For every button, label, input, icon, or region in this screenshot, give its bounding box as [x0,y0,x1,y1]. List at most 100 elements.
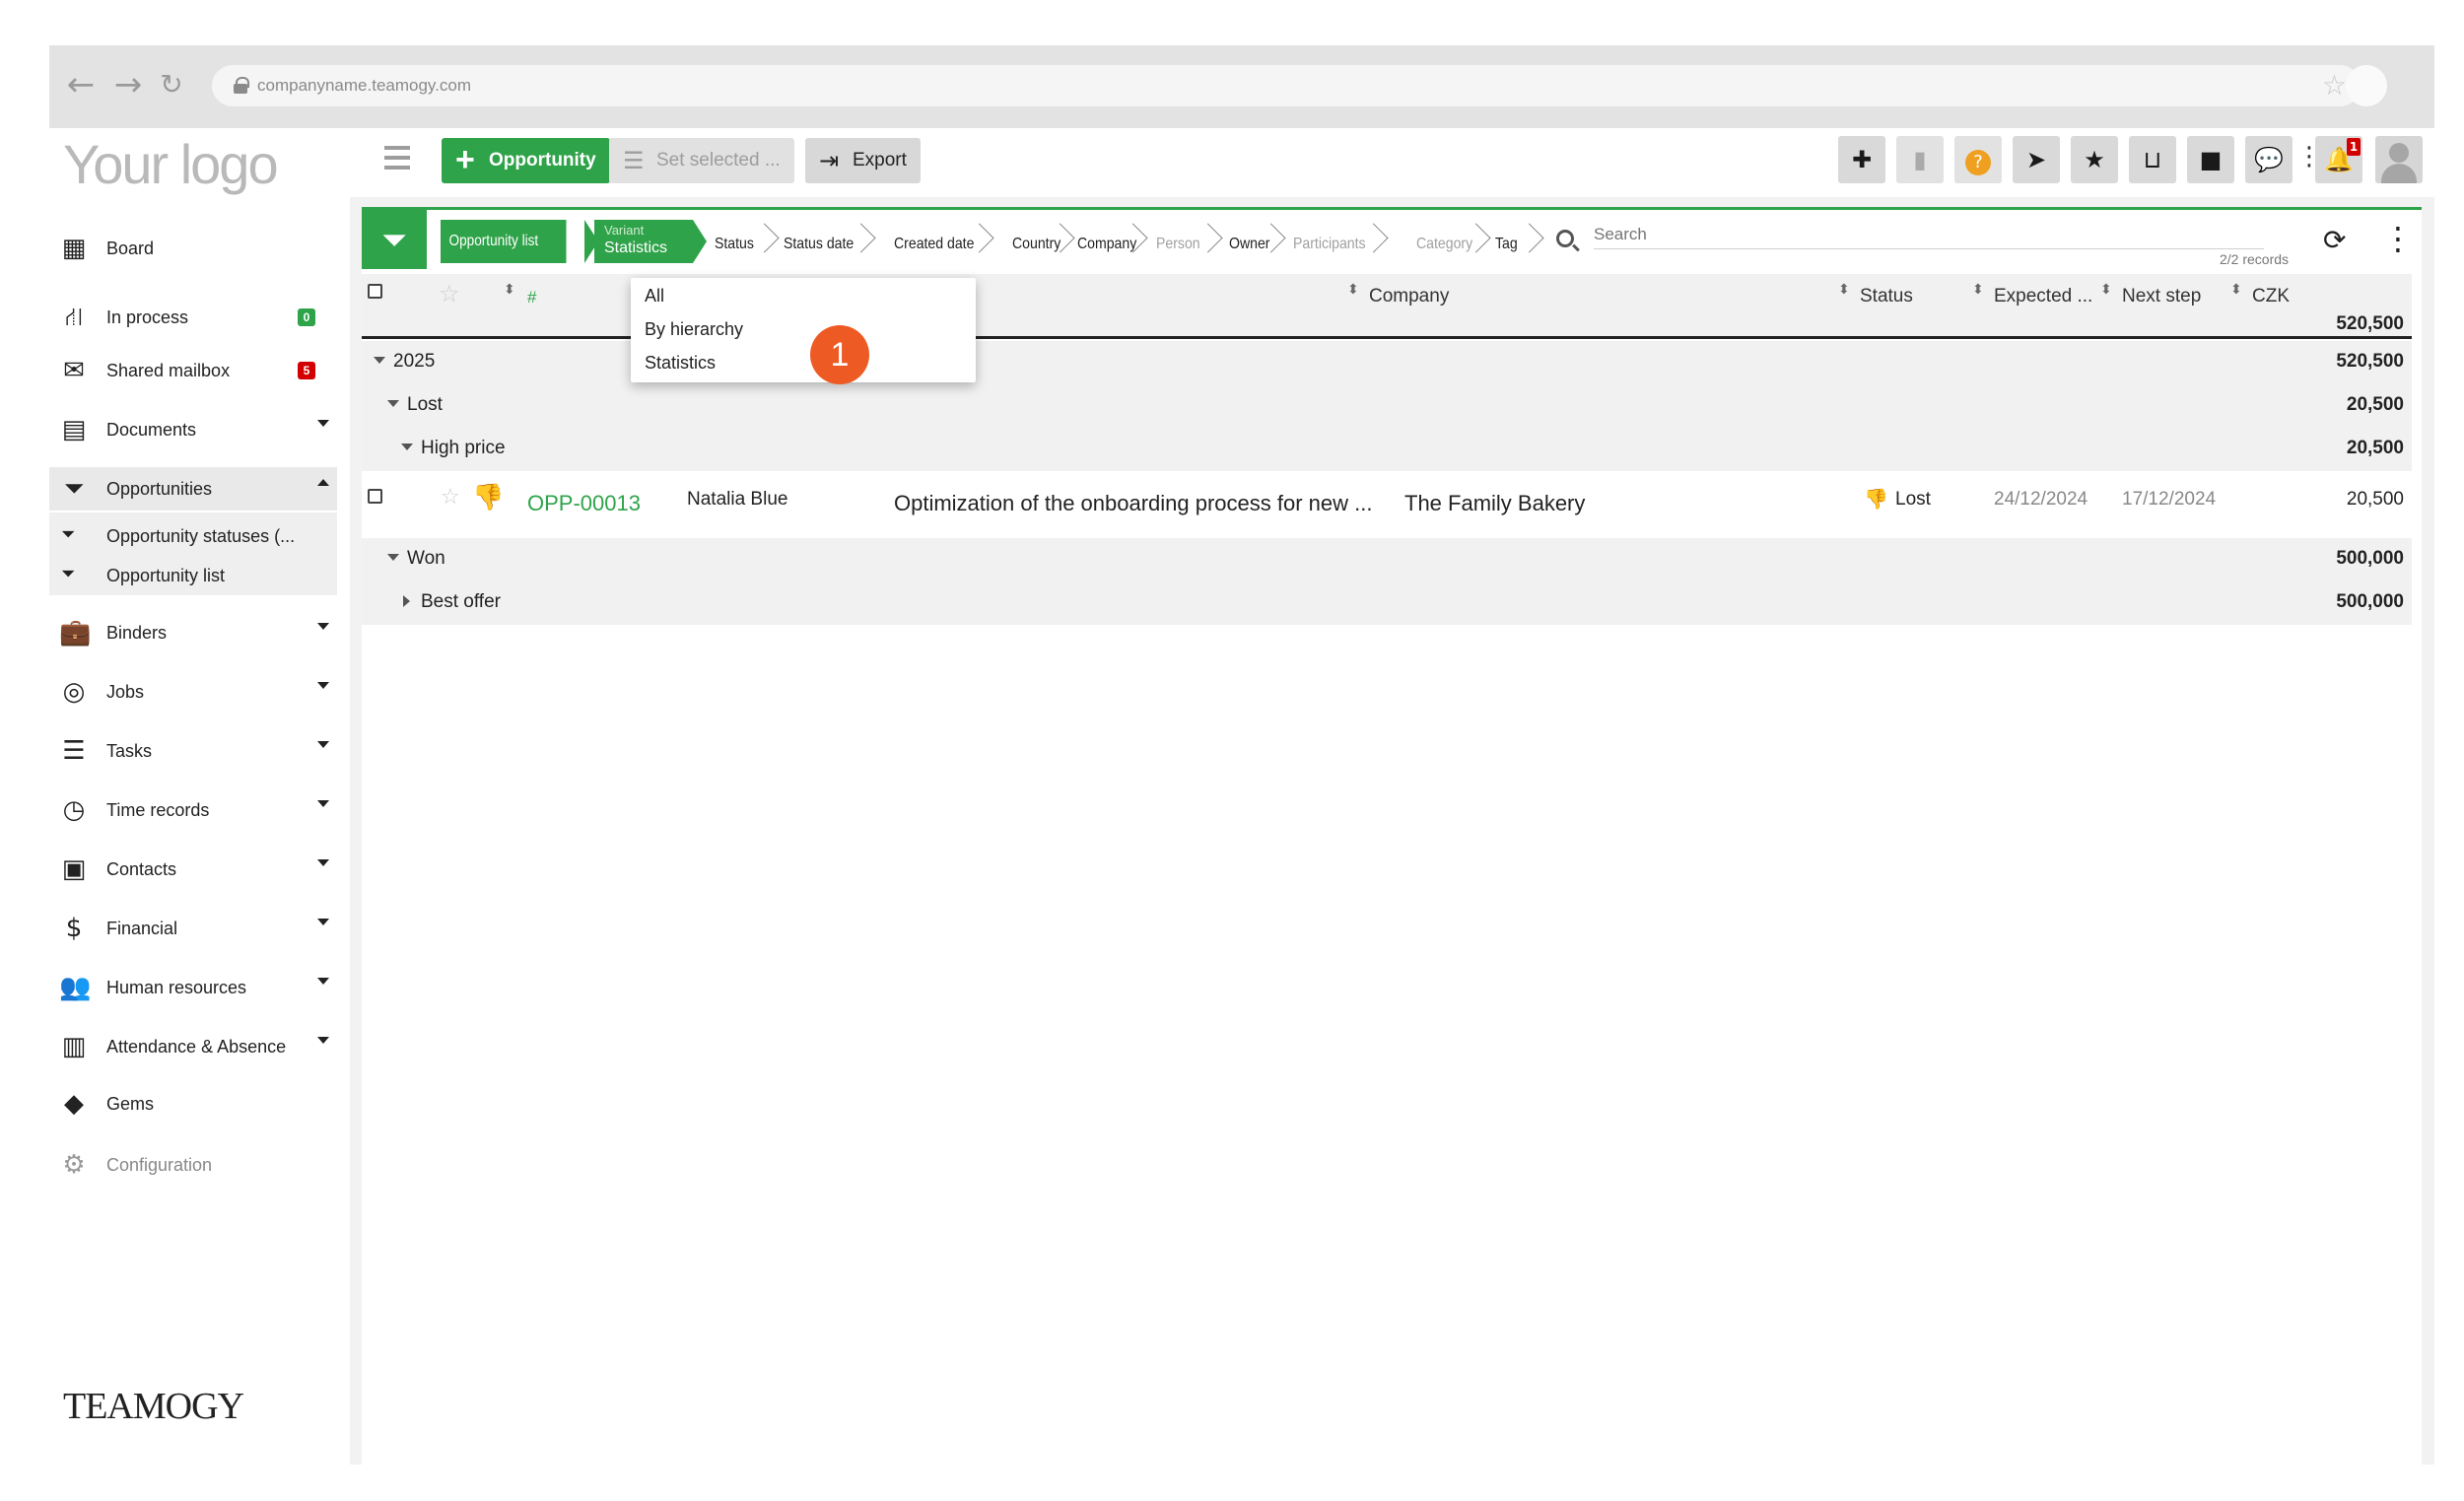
sidebar-subitem-opportunity-statuses[interactable]: ⏷ Opportunity statuses (... [49,514,337,554]
variant-option-statistics[interactable]: Statistics [645,353,716,374]
note-icon[interactable]: ▮ [1896,136,1944,183]
favorite-column-star-icon[interactable]: ☆ [439,280,460,307]
browser-profile-icon[interactable] [2346,65,2387,106]
browser-window: ← → ↻ companyname.teamogy.com ☆ Your log… [49,45,2434,1465]
row-checkbox[interactable] [368,489,382,504]
variant-selector[interactable]: Variant Statistics [594,220,693,263]
send-icon[interactable]: ➤ [2013,136,2060,183]
video-icon[interactable]: ■ [2187,136,2234,183]
set-selected-button[interactable]: ☰ Set selected ... [609,138,794,183]
sidebar-subitem-opportunity-list[interactable]: ⏷ Opportunity list [49,554,337,593]
url-text: companyname.teamogy.com [257,76,472,95]
variant-option-all[interactable]: All [645,286,664,307]
column-number[interactable]: # [527,288,536,307]
bookmark-star-icon[interactable]: ☆ [2322,69,2347,102]
sidebar-item-documents[interactable]: ▤ Documents [49,408,337,451]
filter-status-date[interactable]: Status date [784,236,854,253]
row-status: Lost [1895,489,1931,510]
group-row-high-price[interactable]: High price 20,500 [362,428,2412,471]
column-company[interactable]: Company [1369,286,1449,307]
crumb-separator [1196,222,1211,263]
sidebar-item-opportunities[interactable]: ⏷ Opportunities [49,467,337,511]
refresh-icon[interactable]: ⟳ [2323,224,2346,256]
opportunity-filter-icon[interactable]: ⏷ [362,210,427,269]
sort-icon[interactable]: ⬍ [2100,283,2112,297]
address-bar[interactable]: companyname.teamogy.com ☆ [212,65,2361,106]
add-opportunity-button[interactable]: Opportunity [442,137,610,183]
row-favorite-star-icon[interactable]: ☆ [441,485,460,510]
bell-icon[interactable]: 🔔 1 [2315,136,2362,183]
sidebar-item-time-records[interactable]: ◷ Time records [49,788,337,832]
forward-icon[interactable]: → [108,65,148,104]
sort-icon[interactable]: ⬍ [504,283,515,297]
sidebar-item-human-resources[interactable]: 👥 Human resources [49,966,337,1009]
collapse-caret-icon[interactable] [401,443,413,450]
contact-card-icon: ▣ [61,854,87,884]
add-icon[interactable]: ✚ [1838,136,1885,183]
shared-mailbox-badge: 5 [298,362,315,379]
column-status[interactable]: Status [1860,286,1913,307]
variant-option-by-hierarchy[interactable]: By hierarchy [645,319,743,340]
group-total: 500,000 [2336,591,2404,612]
menu-toggle-icon[interactable] [375,142,414,175]
sidebar-item-financial[interactable]: $ Financial [49,907,337,950]
expand-caret-icon[interactable] [403,595,410,607]
sidebar-item-configuration[interactable]: ⚙ Configuration [49,1143,337,1187]
sidebar-item-binders[interactable]: 💼 Binders [49,611,337,654]
back-icon[interactable]: ← [61,65,101,104]
filter-status[interactable]: Status [715,236,754,253]
group-row-lost[interactable]: Lost 20,500 [362,384,2412,428]
help-icon[interactable]: ? [1954,136,2002,183]
sidebar-item-jobs[interactable]: ◎ Jobs [49,670,337,714]
sidebar-item-label: Tasks [106,741,153,761]
reload-icon[interactable]: ↻ [152,65,191,104]
row-company[interactable]: The Family Bakery [1404,491,1585,516]
column-next-step[interactable]: Next step [2122,286,2201,307]
export-label: Export [853,150,907,171]
sidebar-item-tasks[interactable]: ☰ Tasks [49,729,337,773]
sidebar-item-attendance-absence[interactable]: ▥ Attendance & Absence [49,1025,337,1068]
select-all-checkbox[interactable] [368,284,382,299]
envelope-icon: ✉ [63,356,85,385]
group-row-best-offer[interactable]: Best offer 500,000 [362,581,2412,625]
sidebar-item-board[interactable]: ▦ Board [49,227,337,270]
search-input[interactable] [1594,220,2264,249]
collapse-caret-icon[interactable] [387,554,399,561]
user-avatar[interactable] [2375,136,2423,183]
sidebar-item-contacts[interactable]: ▣ Contacts [49,848,337,891]
row-expected-date: 24/12/2024 [1994,489,2088,510]
table-row[interactable]: ☆ 👎 OPP-00013 Natalia Blue Optimization … [362,471,2412,538]
group-row-won[interactable]: Won 500,000 [362,538,2412,581]
chip-arrow [693,220,707,263]
sidebar-item-shared-mailbox[interactable]: ✉ Shared mailbox 5 [49,349,337,392]
app: Your logo Opportunity ☰ Set selected ...… [49,128,2434,1465]
crumb-separator [1517,222,1533,263]
sidebar-item-gems[interactable]: ◆ Gems [49,1082,337,1126]
filter-created-date[interactable]: Created date [894,236,974,253]
export-button[interactable]: ⇥ Export [805,138,921,183]
inbox-icon[interactable]: ⊔ [2129,136,2176,183]
board-icon: ▦ [61,234,87,263]
crumb-separator [1048,222,1063,263]
row-title[interactable]: Optimization of the onboarding process f… [894,491,1372,516]
search-icon[interactable] [1556,230,1574,247]
sort-icon[interactable]: ⬍ [2230,283,2242,297]
filter-participants[interactable]: Participants [1293,236,1366,253]
sidebar-item-label: Shared mailbox [106,361,231,380]
opportunity-list-chip[interactable]: Opportunity list [441,220,567,263]
collapse-caret-icon[interactable] [374,357,385,364]
more-options-icon[interactable]: ⋮ [2382,220,2414,257]
chat-icon[interactable]: 💬 [2245,136,2293,183]
favorites-star-icon[interactable]: ★ [2071,136,2118,183]
column-currency[interactable]: CZK [2252,286,2290,307]
sort-icon[interactable]: ⬍ [1347,283,1359,297]
sort-icon[interactable]: ⬍ [1972,283,1984,297]
gem-icon: ◆ [64,1089,84,1119]
dollar-icon: $ [65,914,83,943]
column-expected[interactable]: Expected ... [1994,286,2092,307]
more-apps-icon[interactable] [2296,142,2304,171]
sidebar-item-in-process[interactable]: ⛙ In process 0 [49,296,337,339]
sort-icon[interactable]: ⬍ [1838,283,1850,297]
opportunity-id-link[interactable]: OPP-00013 [527,491,641,516]
collapse-caret-icon[interactable] [387,400,399,407]
